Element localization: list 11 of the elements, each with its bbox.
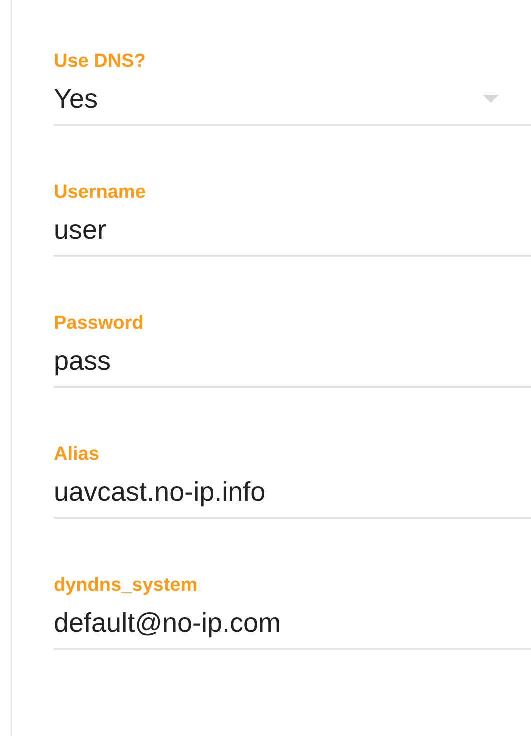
field-label: Username — [54, 181, 146, 205]
field-label: Password — [54, 312, 144, 336]
caret-icon — [483, 95, 499, 103]
input-field[interactable]: pass — [54, 337, 531, 388]
dropdown-field[interactable]: Yes — [54, 75, 531, 126]
input-field[interactable]: uavcast.no-ip.info — [54, 468, 531, 519]
input-field[interactable]: default@no-ip.com — [54, 599, 531, 650]
field-label: dyndns_system — [54, 574, 198, 598]
input-field[interactable]: user — [54, 206, 531, 257]
field-label: Alias — [54, 443, 100, 467]
field-label: Use DNS? — [54, 50, 146, 74]
